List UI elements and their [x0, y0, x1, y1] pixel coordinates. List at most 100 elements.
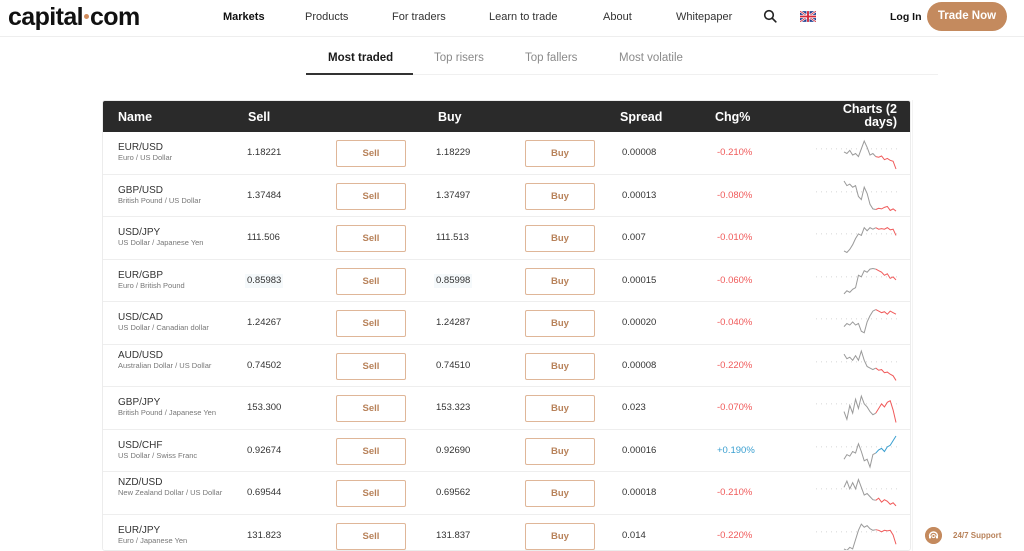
table-row[interactable]: GBP/JPY British Pound / Japanese Yen 153.3… [103, 387, 910, 430]
sparkline-history [843, 478, 876, 501]
sparkline-chart[interactable] [816, 518, 901, 551]
table-row[interactable]: EUR/GBP Euro / British Pound 0.85983 Sell 0.… [103, 259, 910, 302]
table-row[interactable]: EUR/JPY Euro / Japanese Yen 131.823 Sell 131… [103, 514, 910, 551]
instrument-symbol[interactable]: EUR/JPY [118, 525, 160, 536]
instrument-symbol[interactable]: NZD/USD [118, 477, 162, 488]
change-percent: -0.210% [717, 147, 753, 158]
buy-button[interactable]: Buy [525, 480, 595, 507]
sell-button[interactable]: Sell [336, 140, 406, 167]
buy-price: 1.37497 [436, 189, 471, 201]
spread-value: 0.014 [622, 529, 646, 541]
sell-button[interactable]: Sell [336, 352, 406, 380]
sparkline-recent [875, 528, 897, 544]
sparkline-recent [875, 400, 897, 423]
instrument-description: US Dollar / Swiss Franc [118, 450, 198, 460]
tab-most-traded[interactable]: Most traded [328, 51, 393, 65]
table-row[interactable]: USD/CHF US Dollar / Swiss Franc 0.92674 Sel… [103, 429, 910, 472]
sparkline-chart[interactable] [816, 135, 901, 172]
buy-price: 0.69562 [436, 487, 471, 498]
sparkline-chart[interactable] [816, 433, 901, 470]
buy-price: 0.74510 [436, 359, 471, 371]
instrument-symbol[interactable]: USD/CAD [118, 312, 163, 323]
buy-button[interactable]: Buy [525, 310, 595, 337]
sparkline-recent [875, 497, 897, 507]
spread-value: 0.00015 [622, 274, 657, 286]
capital-com-logo[interactable]: capital com [8, 3, 140, 31]
buy-button[interactable]: Buy [525, 267, 595, 295]
table-row[interactable]: NZD/USD New Zealand Dollar / US Dollar 0.6… [103, 472, 910, 515]
change-percent: -0.080% [717, 189, 753, 201]
nav-learn-to-trade[interactable]: Learn to trade [489, 10, 558, 24]
nav-for-traders[interactable]: For traders [392, 10, 446, 24]
spread-value: 0.00020 [622, 317, 657, 328]
sparkline-chart[interactable] [816, 178, 901, 215]
table-row[interactable]: EUR/USD Euro / US Dollar 1.18221 Sell 1.1822… [103, 132, 910, 175]
buy-price: 0.92690 [436, 444, 471, 456]
sparkline-history [843, 267, 876, 294]
sparkline-chart[interactable] [816, 305, 901, 342]
sell-button[interactable]: Sell [336, 182, 406, 210]
instrument-symbol[interactable]: AUD/USD [118, 350, 163, 361]
sell-price: 0.92674 [247, 444, 282, 456]
instrument-description: British Pound / US Dollar [118, 195, 201, 205]
buy-price: 0.85998 [434, 273, 473, 288]
sparkline-chart[interactable] [816, 263, 901, 300]
nav-about[interactable]: About [603, 10, 632, 24]
sparkline-chart[interactable] [816, 348, 901, 385]
instrument-description: British Pound / Japanese Yen [118, 408, 216, 417]
tab-top-risers[interactable]: Top risers [434, 51, 484, 65]
nav-whitepaper[interactable]: Whitepaper [676, 10, 732, 24]
buy-price: 131.837 [436, 529, 471, 541]
table-row[interactable]: AUD/USD Australian Dollar / US Dollar 0.74… [103, 344, 910, 387]
instrument-symbol[interactable]: EUR/GBP [118, 270, 163, 281]
login-link[interactable]: Log In [890, 10, 922, 24]
column-change: Chg% [715, 110, 751, 124]
trade-now-button[interactable]: Trade Now [927, 2, 1007, 31]
buy-button[interactable]: Buy [525, 352, 595, 380]
nav-markets[interactable]: Markets [223, 10, 265, 24]
instrument-symbol[interactable]: EUR/USD [118, 142, 163, 153]
tab-most-volatile[interactable]: Most volatile [619, 51, 683, 65]
uk-flag-icon[interactable] [800, 11, 816, 22]
logo-dot [84, 14, 89, 20]
markets-table: Name Sell Buy Spread Chg% Charts (2 days)… [102, 100, 911, 551]
sell-button[interactable]: Sell [336, 225, 406, 252]
spread-value: 0.00016 [622, 444, 657, 456]
nav-products[interactable]: Products [305, 10, 348, 24]
sell-button[interactable]: Sell [336, 437, 406, 465]
spread-value: 0.007 [622, 232, 646, 243]
sparkline-chart[interactable] [816, 390, 901, 427]
column-charts-line2: days) [864, 115, 897, 129]
table-header: Name Sell Buy Spread Chg% Charts (2 days) [103, 101, 910, 132]
table-row[interactable]: USD/CAD US Dollar / Canadian dollar 1.2426… [103, 302, 910, 345]
sparkline-history [843, 226, 877, 254]
instrument-description: New Zealand Dollar / US Dollar [118, 488, 223, 497]
sell-button[interactable]: Sell [336, 522, 406, 550]
instrument-symbol[interactable]: USD/JPY [118, 227, 160, 238]
sell-button[interactable]: Sell [336, 267, 406, 295]
instrument-description: Euro / British Pound [118, 280, 185, 290]
sell-button[interactable]: Sell [336, 310, 406, 337]
tab-top-fallers[interactable]: Top fallers [525, 51, 577, 65]
buy-button[interactable]: Buy [525, 522, 595, 550]
buy-button[interactable]: Buy [525, 140, 595, 167]
table-row[interactable]: GBP/USD British Pound / US Dollar 1.37484 S… [103, 174, 910, 217]
table-divider [912, 100, 913, 551]
buy-button[interactable]: Buy [525, 225, 595, 252]
instrument-symbol[interactable]: GBP/USD [118, 185, 163, 196]
buy-button[interactable]: Buy [525, 437, 595, 465]
sparkline-chart[interactable] [816, 475, 901, 512]
sparkline-history [843, 309, 877, 334]
sell-button[interactable]: Sell [336, 480, 406, 507]
buy-button[interactable]: Buy [525, 182, 595, 210]
column-buy: Buy [438, 110, 462, 124]
logo-text-left: capital [8, 3, 84, 31]
sell-button[interactable]: Sell [336, 395, 406, 422]
instrument-symbol[interactable]: GBP/JPY [118, 397, 160, 408]
sparkline-chart[interactable] [816, 220, 901, 257]
search-icon[interactable] [763, 9, 777, 23]
sell-price: 111.506 [247, 232, 280, 243]
table-row[interactable]: USD/JPY US Dollar / Japanese Yen 111.506 Se… [103, 217, 910, 260]
buy-button[interactable]: Buy [525, 395, 595, 422]
instrument-symbol[interactable]: USD/CHF [118, 440, 162, 451]
